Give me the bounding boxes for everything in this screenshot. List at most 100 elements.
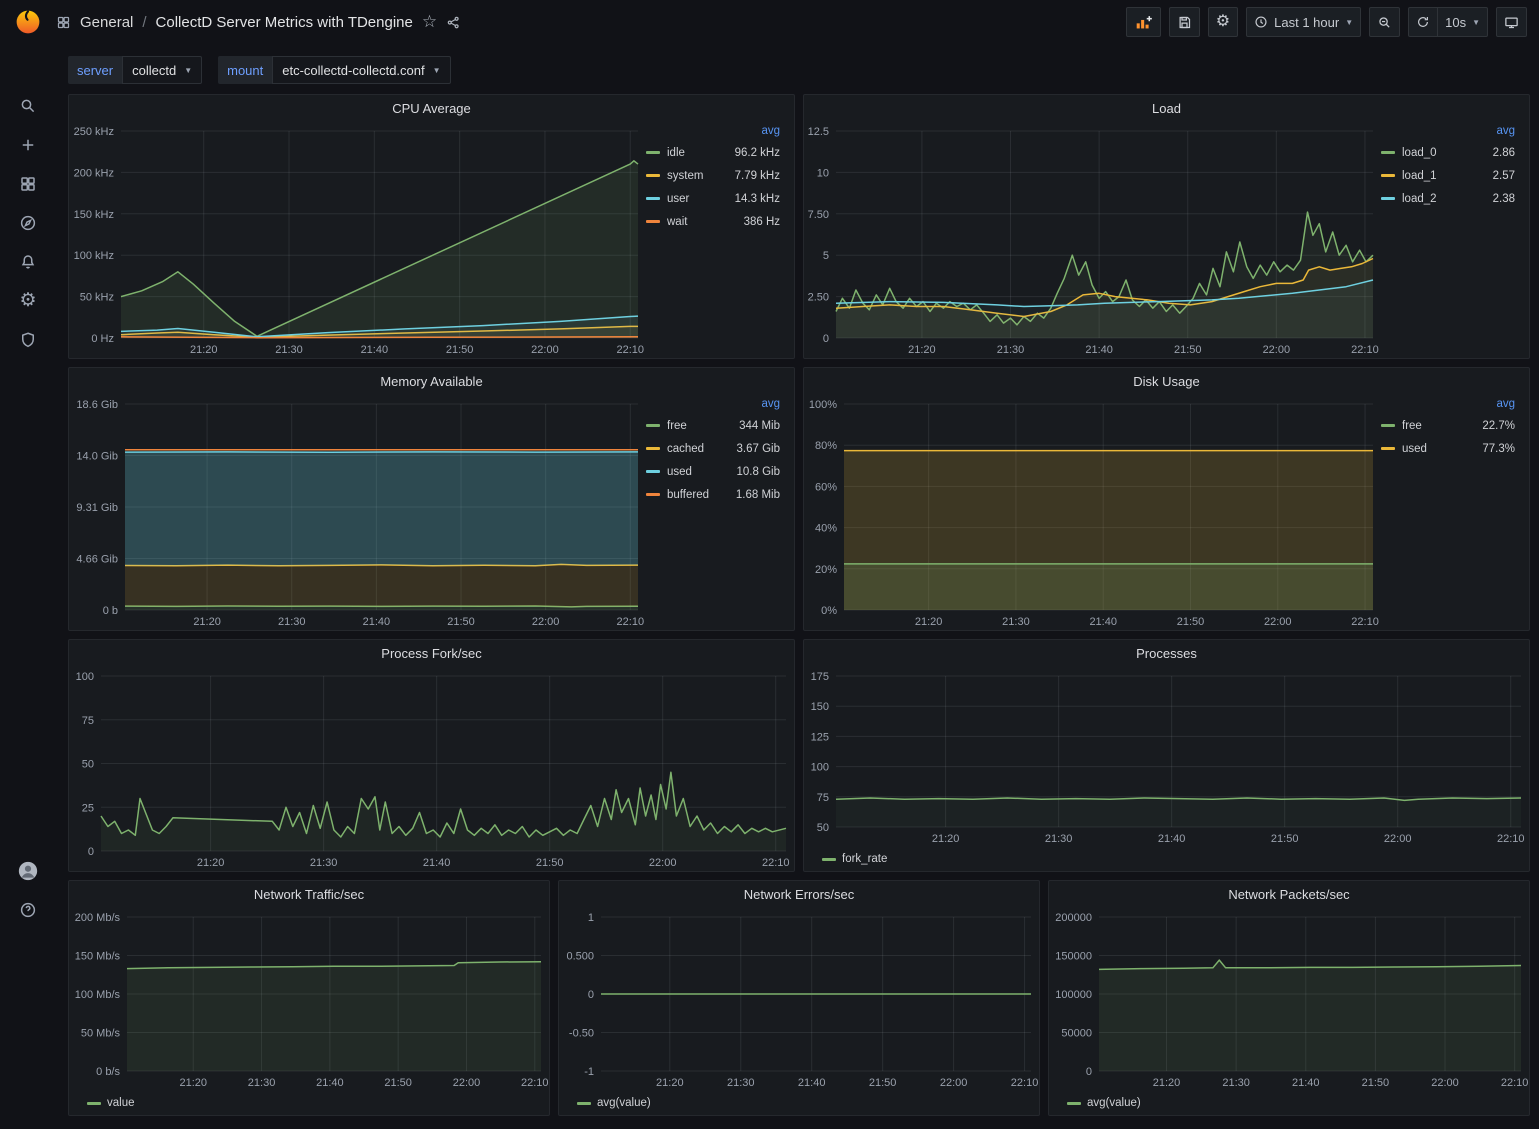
share-icon[interactable]: [446, 15, 461, 30]
svg-text:22:10: 22:10: [1501, 1077, 1529, 1089]
chart-canvas: 21:2021:3021:4021:5022:0022:1002.5057.50…: [804, 121, 1381, 358]
legend-swatch: [646, 447, 660, 450]
chart-cpu-average[interactable]: 21:2021:3021:4021:5022:0022:100 Hz50 kHz…: [69, 121, 646, 358]
svg-text:21:40: 21:40: [361, 344, 389, 356]
legend-swatch: [1381, 424, 1395, 427]
legend-item-load_1[interactable]: load_12.57: [1381, 164, 1515, 187]
chevron-down-icon: ▼: [1472, 18, 1480, 27]
save-dashboard-button[interactable]: [1169, 7, 1200, 37]
panel-title-network-traffic[interactable]: Network Traffic/sec: [69, 881, 549, 907]
legend-item-user[interactable]: user14.3 kHz: [646, 187, 780, 210]
dashboards-grid-icon[interactable]: [0, 164, 56, 203]
svg-text:21:30: 21:30: [248, 1077, 276, 1089]
search-icon[interactable]: [0, 86, 56, 125]
breadcrumb-title[interactable]: CollectD Server Metrics with TDengine: [156, 14, 413, 31]
legend-item-cached[interactable]: cached3.67 Gib: [646, 437, 780, 460]
svg-text:22:10: 22:10: [1497, 833, 1525, 845]
legend-series-name: load_2: [1402, 193, 1493, 205]
panel-title-cpu-average[interactable]: CPU Average: [69, 95, 794, 121]
grafana-logo[interactable]: [0, 8, 56, 36]
dashboard-row: Memory Available21:2021:3021:4021:5022:0…: [68, 367, 1530, 631]
legend-item-used[interactable]: used10.8 Gib: [646, 460, 780, 483]
svg-text:21:50: 21:50: [384, 1077, 412, 1089]
panel-title-processes[interactable]: Processes: [804, 640, 1529, 666]
svg-text:21:30: 21:30: [1002, 616, 1030, 628]
legend-item-used[interactable]: used77.3%: [1381, 437, 1515, 460]
svg-text:21:40: 21:40: [1292, 1077, 1320, 1089]
legend-item-system[interactable]: system7.79 kHz: [646, 164, 780, 187]
refresh-interval-picker[interactable]: 10s ▼: [1438, 7, 1488, 37]
user-avatar[interactable]: [0, 851, 56, 890]
svg-text:50 Mb/s: 50 Mb/s: [81, 1028, 121, 1040]
chart-network-errors[interactable]: 21:2021:3021:4021:5022:0022:10-1-0.5000.…: [559, 907, 1039, 1091]
add-panel-button[interactable]: [1126, 7, 1161, 37]
explore-compass-icon[interactable]: [0, 203, 56, 242]
svg-text:100000: 100000: [1055, 989, 1092, 1001]
svg-text:200 kHz: 200 kHz: [74, 167, 114, 179]
svg-text:18.6 Gib: 18.6 Gib: [76, 399, 118, 411]
legend-item-free[interactable]: free22.7%: [1381, 414, 1515, 437]
legend-series-name: idle: [667, 147, 735, 159]
legend-item-load_2[interactable]: load_22.38: [1381, 187, 1515, 210]
svg-text:7.50: 7.50: [808, 209, 829, 221]
time-range-picker[interactable]: Last 1 hour ▼: [1246, 7, 1361, 37]
legend-item-avg(value)[interactable]: avg(value): [1067, 1097, 1141, 1109]
legend-series-value: 1.68 Mib: [736, 489, 780, 501]
svg-text:21:20: 21:20: [190, 344, 218, 356]
clock-icon: [1254, 15, 1268, 29]
variable-mount-picker[interactable]: etc-collectd-collectd.conf ▼: [272, 56, 450, 84]
chart-network-traffic[interactable]: 21:2021:3021:4021:5022:0022:100 b/s50 Mb…: [69, 907, 549, 1091]
legend-avg-header[interactable]: avg: [1381, 121, 1515, 141]
svg-text:40%: 40%: [815, 523, 837, 535]
alerting-bell-icon[interactable]: [0, 242, 56, 281]
create-plus-icon[interactable]: [0, 125, 56, 164]
legend-item-fork_rate[interactable]: fork_rate: [822, 853, 887, 865]
chart-processes[interactable]: 21:2021:3021:4021:5022:0022:105075100125…: [804, 666, 1529, 847]
time-range-label: Last 1 hour: [1274, 15, 1339, 30]
legend-item-idle[interactable]: idle96.2 kHz: [646, 141, 780, 164]
chart-network-packets[interactable]: 21:2021:3021:4021:5022:0022:100500001000…: [1049, 907, 1529, 1091]
panel-title-memory-available[interactable]: Memory Available: [69, 368, 794, 394]
svg-text:150000: 150000: [1055, 951, 1092, 963]
panel-title-network-packets[interactable]: Network Packets/sec: [1049, 881, 1529, 907]
legend-item-avg(value)[interactable]: avg(value): [577, 1097, 651, 1109]
panel-title-network-errors[interactable]: Network Errors/sec: [559, 881, 1039, 907]
cycle-view-button[interactable]: [1496, 7, 1527, 37]
panel-title-disk-usage[interactable]: Disk Usage: [804, 368, 1529, 394]
legend-avg-header[interactable]: avg: [646, 394, 780, 414]
server-admin-shield-icon[interactable]: [0, 320, 56, 359]
top-nav: General / CollectD Server Metrics with T…: [0, 0, 1539, 44]
legend-series-name: load_1: [1402, 170, 1493, 182]
panel-title-process-fork[interactable]: Process Fork/sec: [69, 640, 794, 666]
svg-text:200 Mb/s: 200 Mb/s: [75, 912, 121, 924]
variable-server-picker[interactable]: collectd ▼: [122, 56, 202, 84]
refresh-button[interactable]: [1408, 7, 1438, 37]
legend-avg-header[interactable]: avg: [646, 121, 780, 141]
legend-avg-header[interactable]: avg: [1381, 394, 1515, 414]
chart-memory-available[interactable]: 21:2021:3021:4021:5022:0022:100 b4.66 Gi…: [69, 394, 646, 630]
panel-network-errors: Network Errors/sec21:2021:3021:4021:5022…: [558, 880, 1040, 1116]
svg-text:0 Hz: 0 Hz: [91, 333, 114, 345]
legend-network-packets: avg(value): [1049, 1091, 1529, 1115]
configuration-gear-icon[interactable]: ⚙: [0, 281, 56, 320]
chart-load[interactable]: 21:2021:3021:4021:5022:0022:1002.5057.50…: [804, 121, 1381, 358]
svg-text:22:00: 22:00: [532, 616, 560, 628]
legend-item-value[interactable]: value: [87, 1097, 135, 1109]
chart-process-fork[interactable]: 21:2021:3021:4021:5022:0022:100255075100: [69, 666, 794, 871]
legend-item-load_0[interactable]: load_02.86: [1381, 141, 1515, 164]
legend-item-buffered[interactable]: buffered1.68 Mib: [646, 483, 780, 506]
legend-item-free[interactable]: free344 Mib: [646, 414, 780, 437]
refresh-interval-label: 10s: [1445, 15, 1466, 30]
svg-text:21:20: 21:20: [179, 1077, 207, 1089]
legend-series-name: cached: [667, 443, 737, 455]
panel-title-load[interactable]: Load: [804, 95, 1529, 121]
chart-disk-usage[interactable]: 21:2021:3021:4021:5022:0022:100%20%40%60…: [804, 394, 1381, 630]
legend-item-wait[interactable]: wait386 Hz: [646, 210, 780, 233]
help-icon[interactable]: [0, 890, 56, 929]
svg-text:25: 25: [82, 802, 94, 814]
legend-network-errors: avg(value): [559, 1091, 1039, 1115]
star-icon[interactable]: ☆: [422, 12, 437, 32]
breadcrumb-section[interactable]: General: [80, 14, 133, 31]
zoom-out-button[interactable]: [1369, 7, 1400, 37]
dashboard-settings-button[interactable]: ⚙: [1208, 7, 1238, 37]
